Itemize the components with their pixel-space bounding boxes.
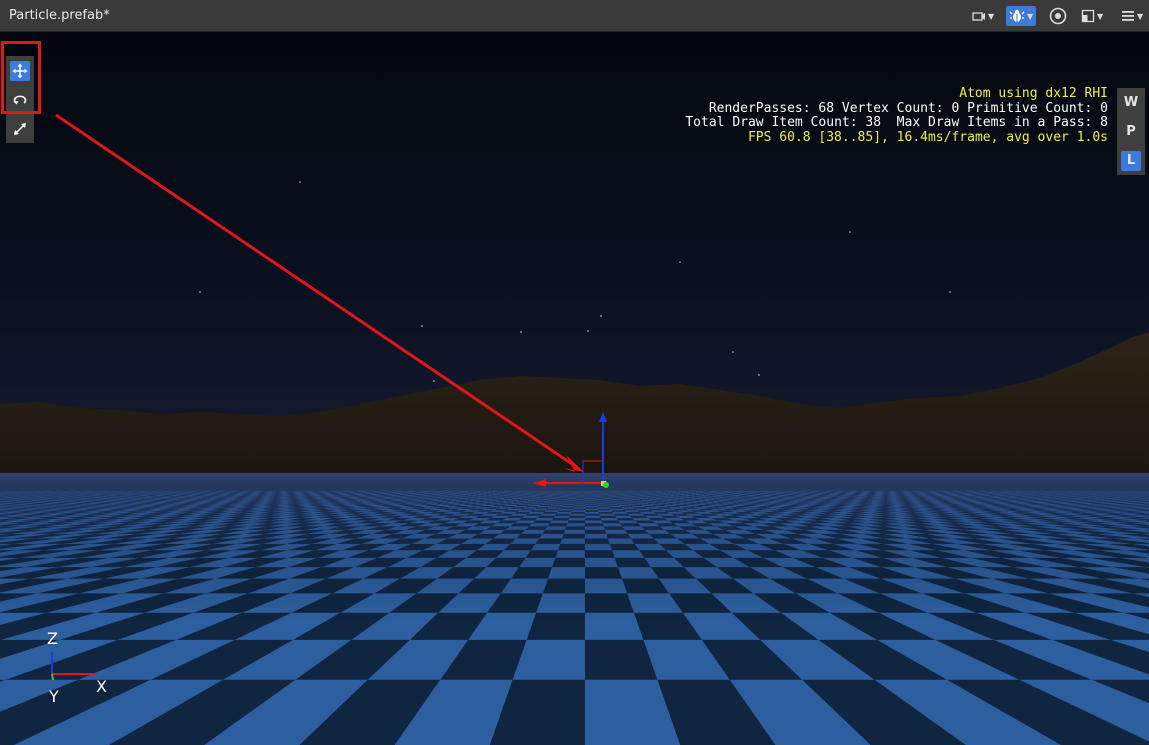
scale-icon <box>14 122 26 135</box>
layout-icon <box>1081 9 1095 23</box>
annotation-highlight-box <box>1 41 41 114</box>
star <box>732 351 734 353</box>
bug-icon <box>1009 9 1025 22</box>
star <box>758 374 760 376</box>
stats-rhi: Atom using dx12 RHI <box>959 86 1108 101</box>
visibility-button[interactable] <box>1049 6 1067 26</box>
star <box>433 380 435 382</box>
star <box>949 291 951 293</box>
hamburger-icon <box>1122 11 1134 21</box>
star <box>600 315 602 317</box>
viewport-titlebar: Particle.prefab* ▼ ▼ ▼ ▼ <box>0 0 1149 32</box>
world-space-button[interactable]: W <box>1117 88 1145 117</box>
parent-space-button[interactable]: P <box>1117 117 1145 146</box>
star <box>520 331 522 333</box>
star <box>849 231 851 233</box>
axis-label-z: Z <box>47 629 58 648</box>
axis-label-y: Y <box>49 687 59 706</box>
star <box>421 325 423 327</box>
axis-label-x: X <box>96 677 107 696</box>
layout-menu-button[interactable]: ▼ <box>1081 6 1103 26</box>
eye-icon <box>1049 7 1067 25</box>
chevron-down-icon: ▼ <box>1097 11 1104 21</box>
stats-render-passes: RenderPasses: 68 Vertex Count: 0 Primiti… <box>708 100 1108 116</box>
parent-space-label: P <box>1126 124 1136 139</box>
camera-menu-button[interactable]: ▼ <box>972 6 994 26</box>
star <box>679 261 681 263</box>
3d-viewport[interactable]: Z Y X Atom using dx12 RHI RenderPasses: 6… <box>0 32 1149 745</box>
floor-horizon-fog <box>0 473 1149 623</box>
chevron-down-icon: ▼ <box>1027 11 1034 21</box>
chevron-down-icon: ▼ <box>988 11 995 21</box>
stats-draw-items: Total Draw Item Count: 38 Max Draw Items… <box>685 115 1108 130</box>
star <box>587 330 589 332</box>
star <box>199 291 201 293</box>
camera-icon <box>972 12 985 21</box>
options-menu-button[interactable]: ▼ <box>1121 6 1143 26</box>
viewport-title: Particle.prefab* <box>9 8 110 23</box>
local-space-label: L <box>1121 150 1141 171</box>
debug-menu-button[interactable]: ▼ <box>1006 6 1037 26</box>
coordinate-space-toolbar: W P L <box>1117 88 1145 175</box>
editor-window: Particle.prefab* ▼ ▼ ▼ ▼ Z Y X Atom usin… <box>0 0 1149 745</box>
stats-fps: FPS 60.8 [38..85], 16.4ms/frame, avg ove… <box>747 129 1108 145</box>
star <box>299 181 301 183</box>
scale-tool-button[interactable] <box>6 114 34 143</box>
world-space-label: W <box>1123 95 1139 110</box>
render-stats-overlay: Atom using dx12 RHI RenderPasses: 68 Vert… <box>685 86 1108 145</box>
local-space-button[interactable]: L <box>1117 146 1145 175</box>
chevron-down-icon: ▼ <box>1137 11 1144 21</box>
